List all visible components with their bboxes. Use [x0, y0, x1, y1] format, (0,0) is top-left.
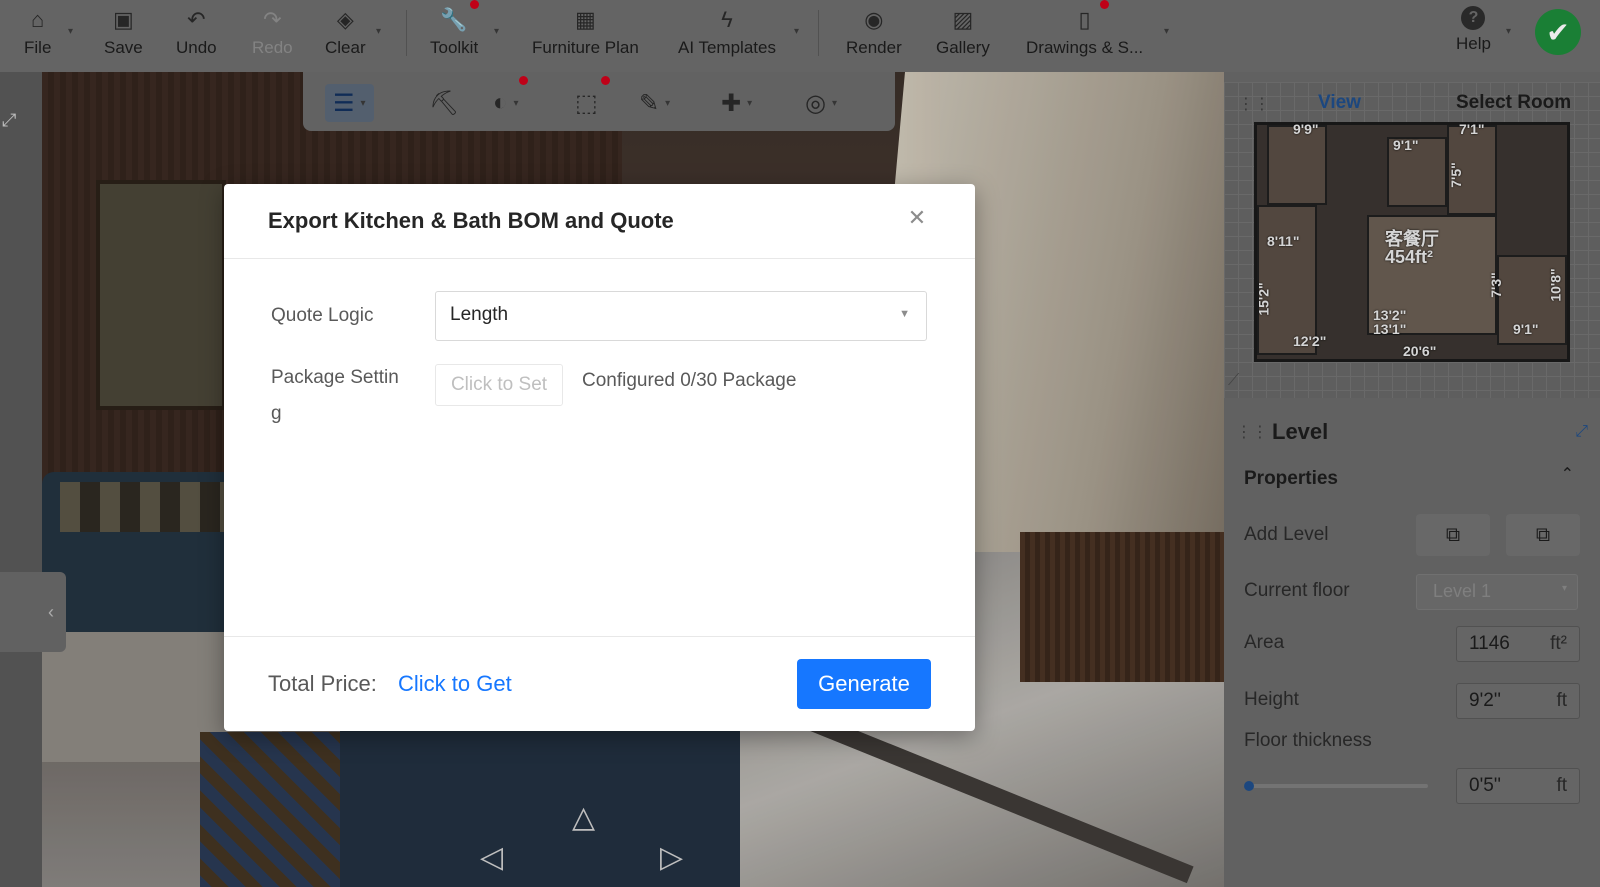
- package-setting-label: Package Settin: [271, 367, 399, 388]
- export-bom-dialog: Export Kitchen & Bath BOM and Quote ✕ Qu…: [224, 184, 975, 731]
- click-to-get-link[interactable]: Click to Get: [398, 671, 512, 697]
- dialog-header: Export Kitchen & Bath BOM and Quote ✕: [224, 184, 975, 259]
- generate-button[interactable]: Generate: [797, 659, 931, 709]
- quote-logic-label: Quote Logic: [271, 305, 374, 326]
- total-price-label: Total Price:: [268, 671, 377, 696]
- dialog-footer: Total Price: Click to Get Generate: [224, 636, 975, 731]
- package-setting-label-wrap: g: [271, 403, 282, 424]
- caret-down-icon: ▼: [899, 308, 910, 320]
- configured-package-count: Configured 0/30 Package: [582, 370, 797, 391]
- click-to-set-button[interactable]: Click to Set: [435, 364, 563, 406]
- quote-logic-value: Length: [450, 304, 509, 325]
- close-icon[interactable]: ✕: [903, 204, 931, 232]
- dialog-title: Export Kitchen & Bath BOM and Quote: [268, 208, 674, 233]
- click-to-set-label: Click to Set: [450, 374, 548, 395]
- quote-logic-select[interactable]: Length ▼: [435, 291, 927, 341]
